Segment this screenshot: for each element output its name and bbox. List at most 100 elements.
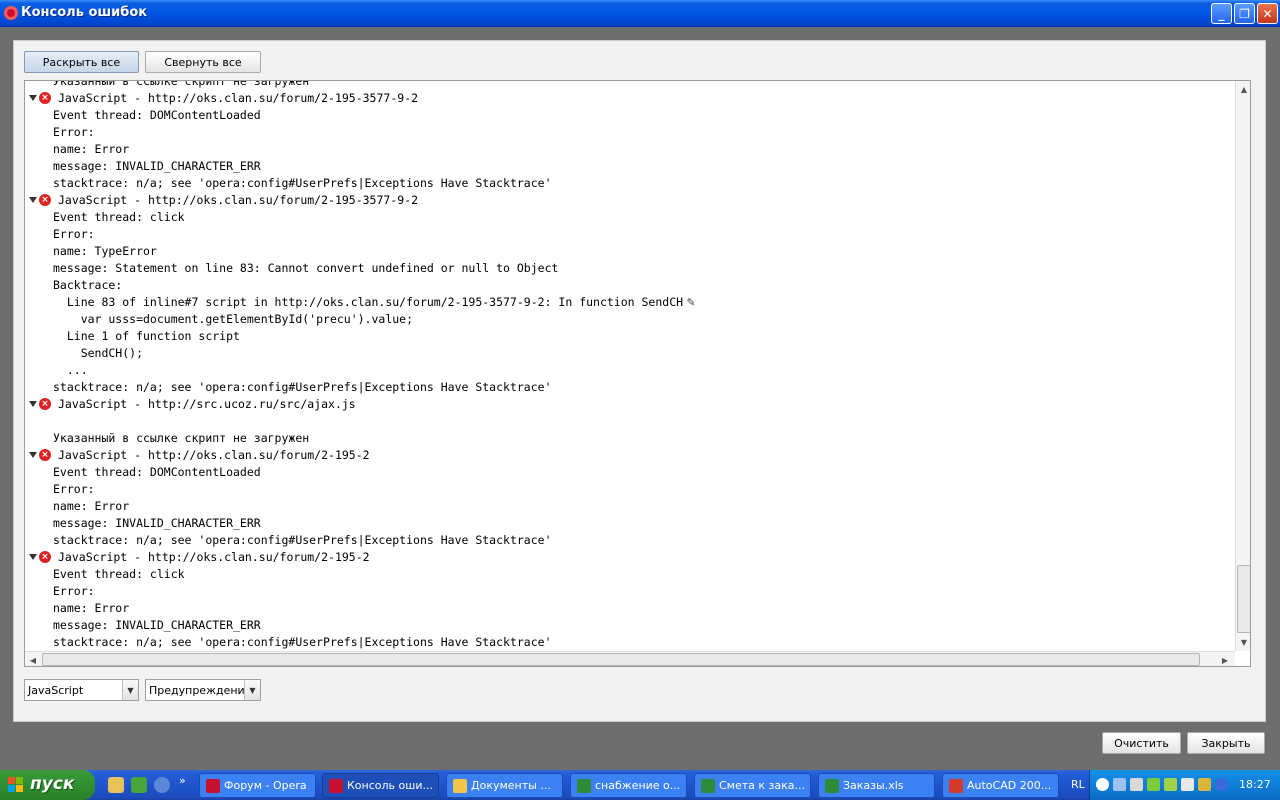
error-entry-source: JavaScript - http://src.ucoz.ru/src/ajax… (58, 397, 356, 411)
taskbar-item-label: Заказы.xls (843, 779, 904, 792)
restore-button[interactable]: ❐ (1234, 3, 1255, 24)
language-indicator[interactable]: RL (1071, 778, 1085, 791)
quicklaunch-desktop-icon[interactable] (108, 777, 124, 793)
horizontal-scroll-thumb[interactable] (42, 653, 1200, 666)
taskbar-item[interactable]: Смета к зака... (694, 773, 811, 798)
opera-icon (4, 6, 18, 20)
console-line: name: TypeError (53, 244, 157, 258)
console-line: name: Error (53, 142, 130, 156)
taskbar-item-icon (949, 779, 963, 793)
error-icon: × (39, 551, 51, 563)
error-entry-header[interactable]: × JavaScript - http://oks.clan.su/forum/2… (25, 192, 1225, 209)
console-line: message: Statement on line 83: Cannot co… (53, 261, 559, 275)
close-button[interactable]: Закрыть (1187, 732, 1265, 754)
taskbar-item-icon (453, 779, 467, 793)
console-line: stacktrace: n/a; see 'opera:config#UserP… (53, 176, 552, 190)
close-window-button[interactable]: ✕ (1257, 3, 1278, 24)
quicklaunch-more-icon[interactable]: » (179, 774, 186, 787)
taskbar-item-icon (577, 779, 591, 793)
console-line: message: INVALID_CHARACTER_ERR (53, 516, 261, 530)
pencil-icon[interactable]: ✎ (683, 296, 696, 309)
taskbar-item-label: снабжение о... (595, 779, 681, 792)
source-filter-value: JavaScript (28, 684, 84, 697)
chevron-down-icon[interactable]: ▼ (122, 680, 138, 700)
console-line: message: INVALID_CHARACTER_ERR (53, 159, 261, 173)
clear-button[interactable]: Очистить (1102, 732, 1181, 754)
console-line: Error: (53, 125, 95, 139)
taskbar-item[interactable]: Форум - Opera (199, 773, 316, 798)
title-bar: Консоль ошибок _ ❐ ✕ (0, 0, 1280, 27)
taskbar-item-label: AutoCAD 200... (967, 779, 1052, 792)
taskbar-item[interactable]: Документы ... (446, 773, 563, 798)
collapse-all-button[interactable]: Свернуть все (145, 51, 261, 73)
console-line: Указанный в ссылке скрипт не загружен (53, 81, 310, 88)
console-line: Error: (53, 227, 95, 241)
start-label: пуск (30, 774, 75, 794)
scroll-right-arrow-icon[interactable]: ▶ (1217, 652, 1233, 666)
tray-network-icon[interactable] (1113, 778, 1126, 791)
clock: 18:27 (1239, 778, 1271, 791)
taskbar-item[interactable]: AutoCAD 200... (942, 773, 1059, 798)
vertical-scroll-thumb[interactable] (1237, 565, 1250, 633)
taskbar-item-icon (206, 779, 220, 793)
console-line: Event thread: click (53, 567, 185, 581)
scroll-left-arrow-icon[interactable]: ◀ (25, 652, 41, 666)
system-tray: 18:27 (1089, 770, 1280, 800)
console-lines: Указанный в ссылке скрипт не загружен × Ja… (25, 81, 1235, 651)
error-entry-header[interactable]: × JavaScript - http://oks.clan.su/forum/2… (25, 447, 1225, 464)
console-line: stacktrace: n/a; see 'opera:config#UserP… (53, 635, 552, 649)
collapse-triangle-icon[interactable] (29, 95, 37, 101)
taskbar-item-icon (329, 779, 343, 793)
tray-printer-icon[interactable] (1130, 778, 1143, 791)
console-line: Backtrace: (53, 278, 123, 292)
source-filter-select[interactable]: JavaScript ▼ (24, 679, 139, 701)
taskbar-item[interactable]: Заказы.xls (818, 773, 935, 798)
scroll-down-arrow-icon[interactable]: ▼ (1236, 634, 1250, 650)
taskbar-item-label: Консоль оши... (347, 779, 433, 792)
error-entry-source: JavaScript - http://oks.clan.su/forum/2-… (58, 448, 370, 462)
console-line: stacktrace: n/a; see 'opera:config#UserP… (53, 533, 552, 547)
quicklaunch-browser-icon[interactable] (154, 777, 170, 793)
console-line: Event thread: DOMContentLoaded (53, 465, 261, 479)
console-line: Event thread: DOMContentLoaded (53, 108, 261, 122)
collapse-triangle-icon[interactable] (29, 554, 37, 560)
collapse-triangle-icon[interactable] (29, 401, 37, 407)
error-entry-header[interactable]: × JavaScript - http://oks.clan.su/forum/2… (25, 549, 1225, 566)
error-icon: × (39, 398, 51, 410)
start-button[interactable]: пуск (0, 770, 95, 800)
error-icon: × (39, 449, 51, 461)
horizontal-scrollbar[interactable]: ◀ ▶ (25, 651, 1235, 666)
collapse-triangle-icon[interactable] (29, 197, 37, 203)
taskbar-item-label: Документы ... (471, 779, 551, 792)
console-line: Error: (53, 584, 95, 598)
console-line: name: Error (53, 499, 130, 513)
tray-agent-icon[interactable] (1198, 778, 1211, 791)
tray-volume-icon[interactable] (1215, 778, 1228, 791)
taskbar-item-label: Форум - Opera (224, 779, 307, 792)
chevron-down-icon[interactable]: ▼ (244, 680, 260, 700)
console-line: name: Error (53, 601, 130, 615)
minimize-button[interactable]: _ (1211, 3, 1232, 24)
tray-collapse-icon[interactable] (1096, 778, 1109, 791)
error-entry-source: JavaScript - http://oks.clan.su/forum/2-… (58, 91, 419, 105)
error-entry-header[interactable]: × JavaScript - http://oks.clan.su/forum/2… (25, 90, 1225, 107)
expand-all-button[interactable]: Раскрыть все (24, 51, 139, 73)
error-entry-header[interactable]: × JavaScript - http://src.ucoz.ru/src/aja… (25, 396, 1225, 413)
level-filter-select[interactable]: Предупреждения ▼ (145, 679, 261, 701)
tray-yandex-icon[interactable] (1181, 778, 1194, 791)
collapse-triangle-icon[interactable] (29, 452, 37, 458)
error-entry-source: JavaScript - http://oks.clan.su/forum/2-… (58, 550, 370, 564)
error-console-output[interactable]: Указанный в ссылке скрипт не загружен × Ja… (24, 80, 1251, 667)
scroll-up-arrow-icon[interactable]: ▲ (1236, 81, 1250, 97)
tray-app-icon[interactable] (1147, 778, 1160, 791)
quicklaunch-app-icon[interactable] (131, 777, 147, 793)
tray-gear-icon[interactable] (1164, 778, 1177, 791)
console-line: Line 83 of inline#7 script in http://oks… (53, 295, 696, 309)
taskbar-item[interactable]: Консоль оши... (322, 773, 439, 798)
taskbar-item-icon (701, 779, 715, 793)
vertical-scrollbar[interactable]: ▲ ▼ (1235, 81, 1250, 651)
console-line: Указанный в ссылке скрипт не загружен (53, 431, 310, 445)
level-filter-value: Предупреждения (149, 684, 252, 697)
console-line: Line 1 of function script (53, 329, 240, 343)
taskbar-item[interactable]: снабжение о... (570, 773, 687, 798)
